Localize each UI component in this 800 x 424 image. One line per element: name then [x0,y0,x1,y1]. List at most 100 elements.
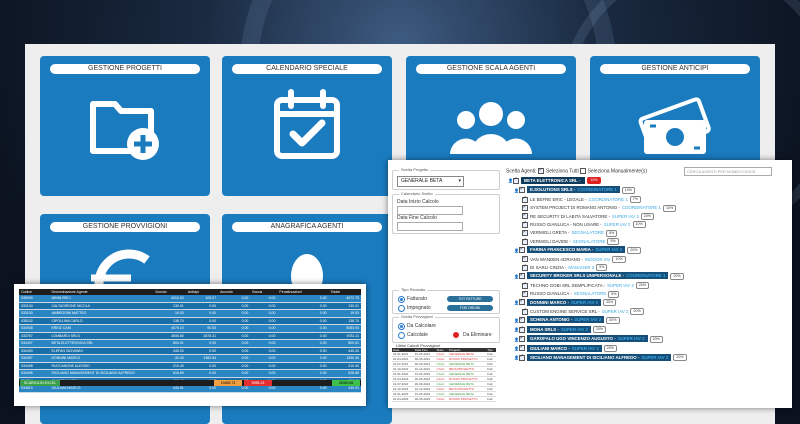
agent-checkbox[interactable] [519,325,525,333]
agent-percentage[interactable]: 20% [635,282,650,290]
agent-percentage[interactable]: 10% [621,186,635,194]
table-cell: 034938 [19,324,50,333]
table-cell: 0.00 [277,362,329,370]
table-row[interactable]: 033134 CALTAGIRONE NICOLA 130.01 0.00 0.00 0.… [19,302,361,310]
agent-row[interactable]: VERMIGLI GRETA -SEGNALATORE5% [522,229,618,237]
agent-checkbox[interactable] [522,307,528,315]
agent-row[interactable]: RE SECURITY DI LABITA SALVATORE -SUPER I… [522,212,654,220]
agent-percentage[interactable]: 20% [649,335,663,343]
table-row[interactable]: 035102 CIPOLLINA CARLO 138.70 0.00 0.00 0.00 0… [19,317,361,325]
agent-percentage[interactable]: 5% [608,290,620,298]
calcolate-radio[interactable] [398,332,405,339]
select-manual-label: Seleziona Manualmente(s) [587,168,648,175]
agent-checkbox[interactable] [519,272,525,280]
agent-percentage[interactable]: 30% [603,298,617,306]
agent-checkbox[interactable] [522,204,528,212]
tile-gestione-progetti[interactable]: GESTIONE PROGETTI [40,56,210,196]
agent-name: RUSSO GIANLUCA - NON USARE - [530,222,602,227]
agent-row[interactable]: 👤GIULIANI MARCO -SUPER IAV 220% [514,344,617,352]
project-select[interactable]: GENERALE BETA ▾ [397,176,464,187]
agent-checkbox[interactable] [519,246,525,254]
table-cell: 0.00 [250,302,278,310]
agent-row[interactable]: VERMIGLI DAVIDE -SEGNALATORE5% [522,237,619,246]
agent-row[interactable]: LE BEFRE ERIC - LEGALE -COORDINATORE 17% [522,195,641,204]
agent-checkbox[interactable] [519,186,525,194]
agent-row[interactable]: 👤MONA SRLS -SUPER IAV 220% [514,325,607,334]
table-row[interactable]: 034498 RUCCANONE ALESSIO 210.40 0.00 0.00 0.0… [19,362,361,370]
agent-row[interactable]: RUSSO GIANLUCA - NON USARE -SUPER IAV 21… [522,220,646,229]
agent-percentage[interactable]: 10% [612,255,626,263]
agent-row[interactable]: CUSTOM ENGINE SERVICE SRL -SUPER IAV 220… [522,307,644,316]
agent-checkbox[interactable] [522,212,528,220]
agent-checkbox[interactable] [522,255,528,263]
agent-percentage[interactable]: 20% [603,344,617,352]
agent-checkbox[interactable] [522,281,528,289]
agent-checkbox[interactable] [522,220,528,228]
agent-percentage[interactable]: 20% [627,246,641,254]
recent-calculations-table: Data Data Fine Stato Progetto Tipo 01-01-202… [392,348,496,402]
agent-checkbox[interactable] [522,229,528,237]
agent-percentage[interactable]: 20% [670,272,684,280]
agent-checkbox[interactable] [519,316,525,324]
agent-percentage[interactable]: 20% [592,326,607,334]
agent-percentage[interactable]: 5% [607,238,619,246]
table-row[interactable]: 034938 KREIZ CANI 4075.10 90.53 0.00 0.00 0.00… [19,324,361,333]
agent-percentage[interactable]: 5% [606,229,618,237]
agent-name: TECHNO GOBI SRL SEMPLIFICATA - [530,282,606,288]
type-legend: Tipo Ricavato [399,287,428,292]
agent-row[interactable]: 👤BETA ELETTRONICA SRL -10% [508,176,601,185]
da-calcolare-radio[interactable] [398,323,405,330]
select-manual-checkbox[interactable] [580,168,587,174]
agent-row[interactable]: 👤SECURITY BROKER SRLS UNIPERSONALE -COOR… [514,272,684,280]
fatturato-radio[interactable] [398,296,405,303]
table-row[interactable]: 034497 DONNINI MARCO -32.44 1382.84 0.00 0.00… [19,354,361,363]
table-row[interactable]: 034497 BETA ELETTRONICA SRL 800.01 0.00 0.00… [19,339,361,348]
agent-checkbox[interactable] [519,335,525,343]
agent-row[interactable]: 👤E.SOLUTIONS SRLS -COORDINATORE 110% [514,186,635,194]
start-date-input[interactable] [397,206,463,215]
agent-checkbox[interactable] [513,176,519,184]
impegnato-radio[interactable] [398,305,405,312]
agent-name-block: DI SARLI CINZIA - MANAGER 3 [530,265,594,270]
table-row[interactable]: 034490 ELEFAN GIOVANNI 440.20 0.00 0.00 0.00 0… [19,347,361,355]
agent-row[interactable]: 👤GAROFALO UGO VINCENZO AUGUSTO -SUPER IA… [514,335,663,343]
table-row[interactable]: 033767 LOMBARDI SRLS 3606.80 2875.31 0.00 0.0… [19,332,361,340]
export-excel-button[interactable]: SCARICA IN EXCEL [20,380,60,386]
agent-checkbox[interactable] [522,195,528,203]
agent-row[interactable]: 👤SCHENA ANTONIO -SUPER IAV 220% [514,316,620,324]
agent-percentage[interactable]: 7% [629,196,641,204]
agent-percentage[interactable]: 20% [630,308,644,316]
agent-percentage[interactable]: 20% [606,316,620,324]
agent-checkbox[interactable] [522,237,528,245]
agent-row[interactable]: TECHNO GOBI SRL SEMPLIFICATA -SUPER IAV … [522,281,650,290]
agent-checkbox[interactable] [519,298,525,306]
agent-percentage[interactable]: 10% [662,204,677,212]
table-row[interactable]: 033130 AMBROSINI MATTEO 19.03 0.00 0.00 0.00 0… [19,309,361,318]
agent-percentage[interactable]: 10% [632,221,646,229]
select-all-checkbox[interactable] [537,167,544,174]
agent-row[interactable]: 👤FARINA FRANCESCO MARIA -SUPER IAV 220% [514,246,641,254]
agent-row[interactable]: RUSSO GIANLUCA -SEGNALATORE5% [522,290,620,298]
agent-checkbox[interactable] [519,344,525,352]
tile-calendario-speciale[interactable]: CALENDARIO SPECIALE [222,56,392,196]
agent-checkbox[interactable] [519,353,525,361]
table-cell: 0.00 [218,295,251,303]
table-row[interactable]: 035090 MINNI BRCI 4310.00 105.07 0.00 0.00 0.0… [19,295,361,303]
agent-search-input[interactable]: CERCA AGENTI PER NOME/CODICE [684,167,772,176]
agent-row[interactable]: DI SARLI CINZIA -MANAGER 35% [522,263,608,272]
agent-percentage[interactable]: 5% [596,264,608,272]
table-cell: 0.00 [218,347,251,355]
end-date-input[interactable] [397,222,463,231]
mini-table-row[interactable]: 01-04-2023 30-06-2023 CALC ROSSO PROGETTO Fa… [392,396,496,402]
agent-row[interactable]: 👤DONNINI MARCO -SUPER IAV 230% [514,298,617,306]
agent-percentage[interactable]: 20% [673,354,687,362]
agent-checkbox[interactable] [522,263,528,271]
agent-percentage[interactable]: 20% [640,212,654,220]
da-eliminare-indicator[interactable] [453,332,459,338]
table-row[interactable]: 034496 SICILIANO MANAGEMENT DI SICILIANO … [19,369,361,378]
agent-row[interactable]: SYSTEM PROJECT DI ROMANO ANTONIO -COORDI… [522,204,677,212]
agent-row[interactable]: VAN WANDEN ADRIANO -INDOOR IAV10% [522,255,626,263]
agent-checkbox[interactable] [522,290,528,298]
agent-percentage[interactable]: 10% [587,177,601,185]
agent-row[interactable]: 👤SICILIANO MANAGEMENT DI SICILIANO ALFRE… [514,353,687,362]
